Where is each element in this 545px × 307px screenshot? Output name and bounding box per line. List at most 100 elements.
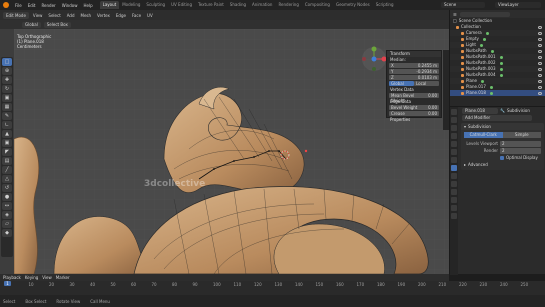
workspace-tab-sculpting[interactable]: Sculpting: [143, 1, 168, 9]
physics-tab-icon[interactable]: [451, 181, 457, 187]
menu-file[interactable]: File: [12, 3, 25, 8]
particles-tab-icon[interactable]: [451, 173, 457, 179]
object-name-field[interactable]: Plane.018: [462, 107, 498, 114]
vertex-data-header[interactable]: Vertex Data: [387, 87, 441, 92]
move-tool-icon[interactable]: ✚: [2, 76, 12, 84]
viewport-menu-edge[interactable]: Edge: [114, 13, 128, 18]
timeline-menu-view[interactable]: View: [42, 275, 52, 280]
viewport-menu-face[interactable]: Face: [130, 13, 143, 18]
menu-help[interactable]: Help: [80, 3, 95, 8]
viewport-menu-uv[interactable]: UV: [145, 13, 155, 18]
visibility-eye-icon[interactable]: [538, 43, 542, 47]
workspace-tab-uv-editing[interactable]: UV Editing: [168, 1, 195, 9]
loop-cut-tool-icon[interactable]: ▤: [2, 157, 12, 165]
render-tab-icon[interactable]: [451, 117, 457, 123]
workspace-tab-scripting[interactable]: Scripting: [373, 1, 397, 9]
mode-selector[interactable]: Edit Mode: [3, 11, 29, 19]
bevel-tool-icon[interactable]: ◤: [2, 148, 12, 156]
timeline[interactable]: 0102030405060708090100110120130140150160…: [0, 281, 545, 295]
visibility-eye-icon[interactable]: [538, 73, 542, 77]
visibility-eye-icon[interactable]: [538, 25, 542, 29]
knife-tool-icon[interactable]: ╱: [2, 166, 12, 174]
median-x-field[interactable]: X 0.2455 m: [389, 63, 439, 68]
scale-tool-icon[interactable]: ▣: [2, 94, 12, 102]
median-z-field[interactable]: Z 0.0103 m: [389, 75, 439, 80]
view-layer-tab-icon[interactable]: [451, 133, 457, 139]
menu-window[interactable]: Window: [59, 3, 81, 8]
poly-build-tool-icon[interactable]: △: [2, 175, 12, 183]
measure-tool-icon[interactable]: ∟: [2, 121, 12, 129]
texture-tab-icon[interactable]: [451, 213, 457, 219]
visibility-eye-icon[interactable]: [538, 91, 542, 95]
workspace-tab-modeling[interactable]: Modeling: [119, 1, 143, 9]
global-toggle[interactable]: Global: [389, 81, 414, 86]
median-y-field[interactable]: Y -0.2934 m: [389, 69, 439, 74]
visibility-eye-icon[interactable]: [538, 55, 542, 59]
data-tab-icon[interactable]: [451, 197, 457, 203]
shrink-fatten-tool-icon[interactable]: ◈: [2, 211, 12, 219]
material-tab-icon[interactable]: [451, 205, 457, 211]
visibility-eye-icon[interactable]: [538, 85, 542, 89]
visibility-eye-icon[interactable]: [538, 31, 542, 35]
scene-selector[interactable]: Scene: [441, 2, 485, 8]
outliner-search-input[interactable]: [459, 11, 510, 17]
rip-tool-icon[interactable]: ◆: [2, 229, 12, 237]
inset-tool-icon[interactable]: ▣: [2, 139, 12, 147]
timeline-menu-marker[interactable]: Marker: [56, 275, 70, 280]
workspace-tab-shading[interactable]: Shading: [227, 1, 249, 9]
rotate-tool-icon[interactable]: ↻: [2, 85, 12, 93]
workspace-tab-geometry-nodes[interactable]: Geometry Nodes: [333, 1, 373, 9]
properties-header[interactable]: Properties: [387, 117, 441, 122]
blender-logo-icon[interactable]: [3, 2, 9, 8]
extrude-tool-icon[interactable]: ▲: [2, 130, 12, 138]
menu-edit[interactable]: Edit: [25, 3, 39, 8]
visibility-eye-icon[interactable]: [538, 49, 542, 53]
workspace-tab-animation[interactable]: Animation: [249, 1, 275, 9]
select-box-tool-icon[interactable]: □: [2, 58, 12, 66]
object-tab-icon[interactable]: [451, 157, 457, 163]
output-tab-icon[interactable]: [451, 125, 457, 131]
simple-button[interactable]: Simple: [502, 132, 541, 138]
crease-field[interactable]: Crease 0.00: [389, 111, 439, 116]
annotate-tool-icon[interactable]: ✎: [2, 112, 12, 120]
viewport-menu-add[interactable]: Add: [65, 13, 77, 18]
edge-slide-tool-icon[interactable]: ↔: [2, 202, 12, 210]
edge-data-header[interactable]: Edge Data: [387, 99, 441, 104]
shear-tool-icon[interactable]: ▱: [2, 220, 12, 228]
transform-tool-icon[interactable]: ▦: [2, 103, 12, 111]
viewport-menu-vertex[interactable]: Vertex: [95, 13, 112, 18]
current-frame-indicator[interactable]: 1: [4, 281, 11, 286]
outliner-item[interactable]: Plane.018: [450, 90, 545, 96]
levels-viewport-field[interactable]: 2: [500, 140, 541, 147]
viewport-menu-view[interactable]: View: [31, 13, 45, 18]
bevel-weight-field[interactable]: Bevel Weight 0.00: [389, 105, 439, 110]
menu-render[interactable]: Render: [38, 3, 58, 8]
advanced-subpanel[interactable]: ▸ Advanced: [461, 161, 544, 168]
view-layer-selector[interactable]: ViewLayer: [495, 2, 541, 8]
mean-bevel-weight-field[interactable]: Mean Bevel Weight 0.00: [389, 93, 439, 103]
visibility-eye-icon[interactable]: [538, 37, 542, 41]
3d-viewport[interactable]: Edit Mode View Select Add Mesh Vertex Ed…: [0, 10, 449, 274]
visibility-eye-icon[interactable]: [538, 61, 542, 65]
modifier-name-field[interactable]: Subdivision: [468, 123, 491, 130]
timeline-menu-keying[interactable]: Keying: [25, 275, 38, 280]
filter-icon[interactable]: ☰: [453, 12, 457, 17]
navigation-gizmo[interactable]: [361, 46, 387, 72]
catmull-clark-button[interactable]: Catmull-Clark: [464, 132, 503, 138]
cursor-tool-icon[interactable]: ⊕: [2, 67, 12, 75]
workspace-tab-layout[interactable]: Layout: [99, 1, 120, 9]
modifier-tab-icon[interactable]: [451, 165, 457, 171]
scene-tab-icon[interactable]: [451, 141, 457, 147]
local-toggle[interactable]: Local: [414, 81, 439, 86]
smooth-tool-icon[interactable]: ●: [2, 193, 12, 201]
select-mode-select[interactable]: Select Box: [43, 21, 71, 28]
workspace-tab-compositing[interactable]: Compositing: [302, 1, 333, 9]
workspace-tab-texture-paint[interactable]: Texture Paint: [195, 1, 227, 9]
spin-tool-icon[interactable]: ↺: [2, 184, 12, 192]
optimal-display-checkbox[interactable]: [500, 155, 504, 160]
tool-tab-icon[interactable]: [451, 109, 457, 115]
viewport-menu-select[interactable]: Select: [46, 13, 62, 18]
world-tab-icon[interactable]: [451, 149, 457, 155]
render-levels-field[interactable]: 2: [500, 147, 541, 154]
add-modifier-button[interactable]: Add Modifier: [462, 114, 532, 121]
